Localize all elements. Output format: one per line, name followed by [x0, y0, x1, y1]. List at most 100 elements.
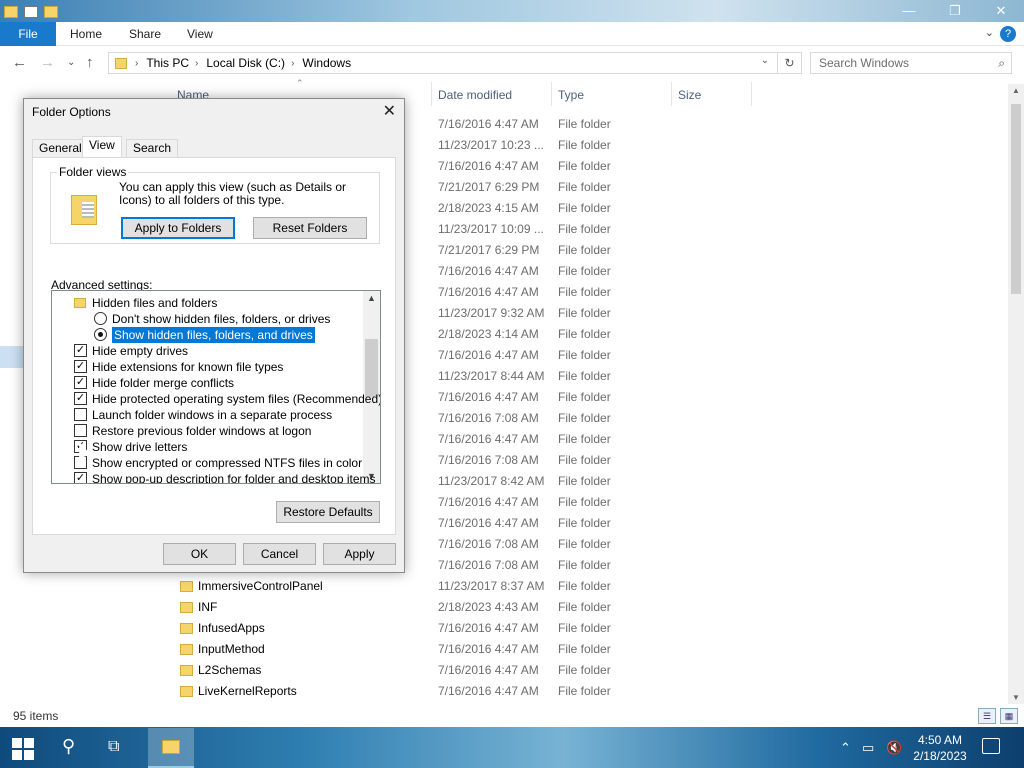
scroll-up-icon[interactable]: ▲ — [367, 293, 376, 303]
advanced-settings-tree[interactable]: ▲ ▼ Hidden files and folders Don't show h… — [51, 290, 381, 484]
tab-view[interactable]: View — [82, 136, 122, 158]
column-divider[interactable] — [431, 82, 432, 106]
maximize-button[interactable]: ❐ — [932, 0, 978, 22]
vertical-scrollbar[interactable]: ▲ ▼ — [1008, 84, 1024, 704]
file-date: 7/16/2016 4:47 AM — [438, 432, 539, 446]
file-type: File folder — [558, 558, 611, 572]
table-row[interactable]: L2Schemas 7/16/2016 4:47 AM File folder — [0, 660, 1010, 681]
breadcrumb-this-pc[interactable]: This PC — [146, 56, 189, 70]
close-button[interactable]: ✕ — [978, 0, 1024, 22]
taskbar-file-explorer[interactable] — [148, 728, 194, 768]
breadcrumb-windows[interactable]: Windows — [302, 56, 351, 70]
table-row[interactable]: ImmersiveControlPanel 11/23/2017 8:37 AM F… — [0, 576, 1010, 597]
checkbox[interactable]: ✓ — [74, 360, 87, 373]
search-input[interactable]: Search Windows ⌕ — [810, 52, 1012, 74]
tab-view[interactable]: View — [187, 22, 213, 46]
checkbox[interactable]: ✓ — [74, 472, 87, 483]
setting-label: Show hidden files, folders, and drives — [112, 327, 315, 343]
clock-time: 4:50 AM — [917, 733, 963, 747]
column-header-date[interactable]: Date modified — [438, 84, 512, 106]
refresh-icon[interactable]: ↻ — [777, 53, 801, 73]
search-icon[interactable]: ⚲ — [62, 736, 75, 757]
file-type: File folder — [558, 306, 611, 320]
chevron-up-icon[interactable]: ⌃ — [840, 740, 851, 756]
clock-date: 2/18/2023 — [913, 749, 967, 763]
scrollbar-thumb[interactable] — [365, 339, 378, 397]
restore-defaults-button[interactable]: Restore Defaults — [276, 501, 380, 523]
chevron-down-icon[interactable]: ⌄ — [985, 26, 994, 39]
radio-button[interactable] — [94, 312, 107, 325]
reset-folders-button[interactable]: Reset Folders — [253, 217, 367, 239]
chevron-right-icon[interactable]: › — [291, 58, 294, 69]
up-arrow-icon[interactable]: ↑ — [86, 54, 94, 71]
column-divider[interactable] — [751, 82, 752, 106]
file-name: LiveKernelReports — [198, 684, 297, 698]
checkbox[interactable] — [74, 424, 87, 437]
checkbox[interactable] — [74, 408, 87, 421]
checkbox[interactable]: ✓ — [74, 344, 87, 357]
table-row[interactable]: InputMethod 7/16/2016 4:47 AM File folder — [0, 639, 1010, 660]
clock[interactable]: 4:50 AM 2/18/2023 — [900, 732, 980, 764]
file-type: File folder — [558, 159, 611, 173]
apply-to-folders-button[interactable]: Apply to Folders — [121, 217, 235, 239]
tree-scrollbar[interactable]: ▲ ▼ — [363, 291, 380, 483]
tab-general[interactable]: General — [32, 139, 89, 157]
table-row[interactable]: LiveKernelReports 7/16/2016 4:47 AM File f… — [0, 681, 1010, 702]
forward-arrow-icon[interactable]: → — [40, 54, 55, 71]
details-view-icon[interactable]: ☰ — [978, 708, 996, 724]
folder-icon — [180, 686, 193, 697]
view-switcher: ☰ ▦ — [978, 708, 1018, 724]
action-center-icon[interactable] — [982, 738, 1000, 754]
scrollbar-thumb[interactable] — [1011, 104, 1021, 294]
folder-views-icon — [71, 195, 97, 225]
tab-share[interactable]: Share — [129, 22, 161, 46]
file-date: 7/16/2016 4:47 AM — [438, 642, 539, 656]
file-date: 7/16/2016 4:47 AM — [438, 684, 539, 698]
chevron-down-icon[interactable]: ⌄ — [761, 55, 769, 66]
network-icon[interactable]: ▭ — [862, 740, 874, 756]
radio-button[interactable] — [94, 328, 107, 341]
file-date: 7/16/2016 4:47 AM — [438, 159, 539, 173]
file-date: 7/16/2016 7:08 AM — [438, 537, 539, 551]
window-controls: — ❐ ✕ — [886, 0, 1024, 22]
folder-icon — [115, 57, 127, 69]
minimize-button[interactable]: — — [886, 0, 932, 22]
ok-button[interactable]: OK — [163, 543, 236, 565]
help-icon[interactable]: ? — [1000, 26, 1016, 42]
file-type: File folder — [558, 201, 611, 215]
file-type: File folder — [558, 579, 611, 593]
column-divider[interactable] — [551, 82, 552, 106]
chevron-right-icon[interactable]: › — [135, 58, 138, 69]
recent-locations-icon[interactable]: ⌄ — [67, 57, 75, 68]
table-row[interactable]: InfusedApps 7/16/2016 4:47 AM File folder — [0, 618, 1010, 639]
column-header-type[interactable]: Type — [558, 84, 584, 106]
file-type: File folder — [558, 600, 611, 614]
large-icons-view-icon[interactable]: ▦ — [1000, 708, 1018, 724]
file-tab[interactable]: File — [0, 22, 56, 46]
tab-search[interactable]: Search — [126, 139, 179, 157]
file-date: 11/23/2017 8:42 AM — [438, 474, 545, 488]
properties-icon[interactable] — [24, 6, 38, 18]
back-arrow-icon[interactable]: ← — [12, 54, 27, 71]
close-icon[interactable]: ✕ — [383, 101, 396, 121]
setting-label: Show pop-up description for folder and d… — [92, 472, 376, 484]
task-view-icon[interactable]: ⧉ — [108, 738, 119, 756]
file-type: File folder — [558, 138, 611, 152]
checkbox[interactable]: ✓ — [74, 376, 87, 389]
apply-button[interactable]: Apply — [323, 543, 396, 565]
scroll-up-icon[interactable]: ▲ — [1012, 86, 1020, 95]
title-bar — [0, 0, 1024, 22]
column-header-size[interactable]: Size — [678, 84, 701, 106]
windows-start-icon[interactable] — [12, 738, 34, 760]
table-row[interactable]: INF 2/18/2023 4:43 AM File folder — [0, 597, 1010, 618]
address-bar[interactable]: › This PC › Local Disk (C:) › Windows ⌄ … — [108, 52, 802, 74]
setting-label: Show encrypted or compressed NTFS files … — [92, 456, 363, 470]
breadcrumb-local-disk[interactable]: Local Disk (C:) — [206, 56, 285, 70]
new-folder-icon[interactable] — [44, 6, 58, 18]
cancel-button[interactable]: Cancel — [243, 543, 316, 565]
chevron-right-icon[interactable]: › — [195, 58, 198, 69]
checkbox[interactable]: ✓ — [74, 392, 87, 405]
tab-home[interactable]: Home — [70, 22, 102, 46]
scroll-down-icon[interactable]: ▼ — [1012, 693, 1020, 702]
column-divider[interactable] — [671, 82, 672, 106]
